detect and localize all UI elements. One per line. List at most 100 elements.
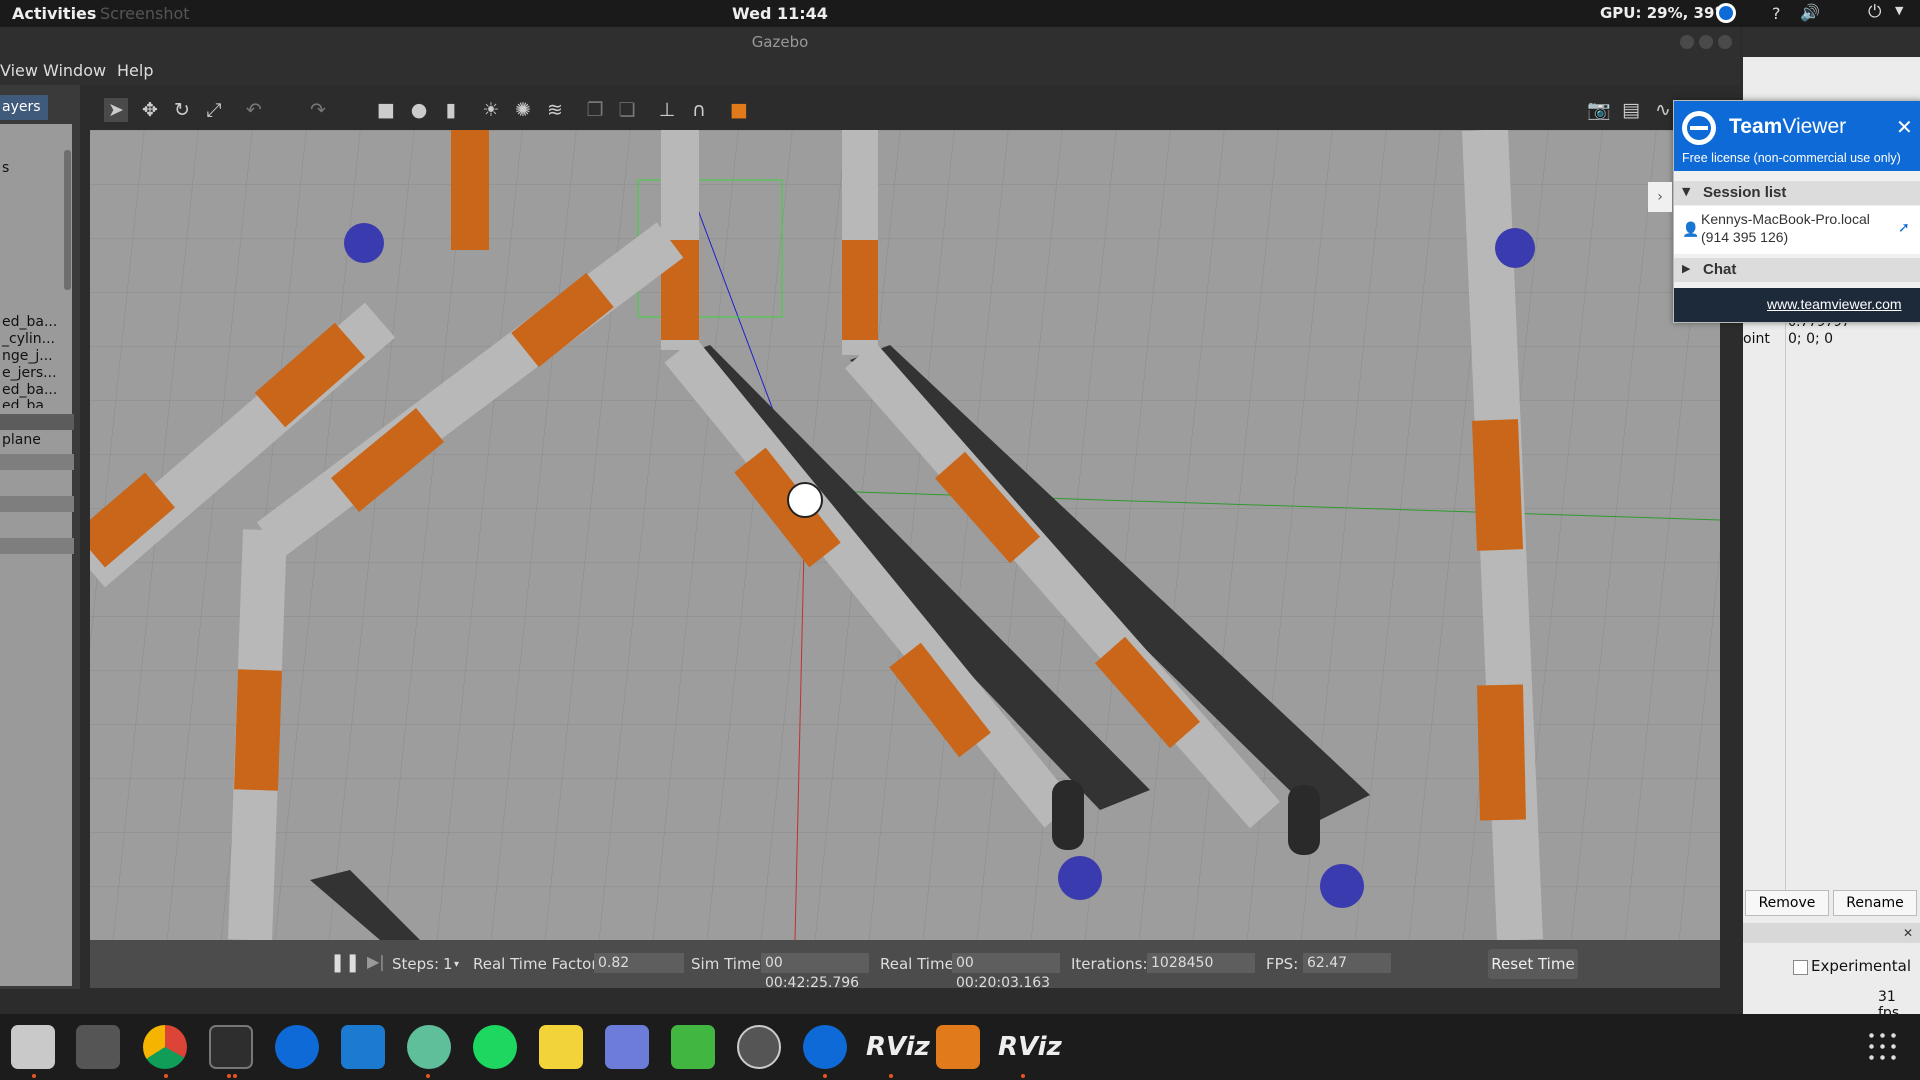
- scrollbar[interactable]: [64, 150, 71, 290]
- running-indicator: [32, 1074, 36, 1078]
- atom-icon[interactable]: [407, 1025, 451, 1069]
- rotate-icon[interactable]: ↻: [170, 98, 194, 122]
- list-item[interactable]: ed_ba...: [2, 398, 57, 408]
- rename-button[interactable]: Rename: [1833, 890, 1917, 916]
- volume-icon[interactable]: 🔊: [1800, 3, 1820, 22]
- close-button[interactable]: [1718, 35, 1732, 49]
- minimize-button[interactable]: [1680, 35, 1694, 49]
- menu-help[interactable]: Help: [117, 61, 153, 80]
- property-label: oint: [1743, 331, 1770, 347]
- real-time-field: 00 00:20:03.163: [952, 953, 1060, 991]
- cylinder-icon[interactable]: ▮: [439, 98, 463, 122]
- clock[interactable]: Wed 11:44: [0, 4, 1560, 23]
- list-item[interactable]: s: [2, 160, 9, 176]
- point-light-icon[interactable]: ☀: [479, 98, 503, 122]
- session-list-header[interactable]: ▼ Session list: [1674, 181, 1920, 205]
- spotify-icon[interactable]: [473, 1025, 517, 1069]
- teamviewer-footer: www.teamviewer.com: [1674, 288, 1920, 322]
- spot-light-icon[interactable]: ✺: [511, 98, 535, 122]
- menu-view[interactable]: View: [0, 61, 38, 80]
- session-item[interactable]: 👤 Kennys-MacBook-Pro.local (914 395 126)…: [1674, 206, 1920, 254]
- discord-icon[interactable]: [605, 1025, 649, 1069]
- list-item[interactable]: ed_ba...: [2, 314, 57, 330]
- list-item[interactable]: e_jers...: [2, 365, 57, 381]
- list-row[interactable]: [0, 414, 74, 430]
- help-icon[interactable]: ?: [1772, 4, 1781, 23]
- translate-icon[interactable]: ✥: [138, 98, 162, 122]
- reset-time-button[interactable]: Reset Time: [1488, 949, 1578, 979]
- box-icon[interactable]: ■: [374, 98, 398, 122]
- select-mode-icon[interactable]: ➤: [104, 98, 128, 122]
- connect-arrow-icon[interactable]: ➚: [1898, 220, 1910, 236]
- notes-icon[interactable]: [539, 1025, 583, 1069]
- snap-icon[interactable]: ∩: [687, 98, 711, 122]
- list-row[interactable]: [0, 454, 74, 470]
- layers-tab[interactable]: ayers: [0, 95, 48, 120]
- pause-icon[interactable]: ❚❚: [330, 952, 360, 973]
- rviz-icon[interactable]: RViz: [998, 1032, 1062, 1062]
- teamviewer-icon[interactable]: [275, 1025, 319, 1069]
- updater-icon[interactable]: [737, 1025, 781, 1069]
- qt-icon[interactable]: [671, 1025, 715, 1069]
- teamviewer-tray-icon[interactable]: [1716, 3, 1736, 23]
- settings-icon[interactable]: [76, 1025, 120, 1069]
- user-icon: 👤: [1682, 222, 1700, 238]
- model-list: s ed_ba... _cylin... nge_j... e_jers... …: [0, 124, 74, 986]
- power-icon[interactable]: ⏻: [1868, 2, 1881, 22]
- divider: [1785, 317, 1786, 911]
- maximize-button[interactable]: [1699, 35, 1713, 49]
- teamviewer-logo-icon: [1682, 111, 1716, 145]
- session-id: (914 395 126): [1701, 229, 1789, 245]
- close-icon[interactable]: ✕: [1903, 926, 1913, 940]
- log-icon[interactable]: ▤: [1619, 98, 1643, 122]
- rtf-label: Real Time Factor:: [473, 955, 603, 973]
- undo-icon[interactable]: ↶: [242, 98, 266, 122]
- list-row[interactable]: [0, 496, 74, 512]
- chevron-down-icon[interactable]: ▾: [454, 959, 459, 970]
- running-indicator: [164, 1074, 168, 1078]
- 3d-viewport[interactable]: [90, 130, 1720, 940]
- list-item[interactable]: ed_ba...: [2, 382, 57, 398]
- list-row[interactable]: [0, 538, 74, 554]
- paste-icon[interactable]: ❏: [615, 98, 639, 122]
- section-divider: [1743, 923, 1920, 943]
- running-indicator: [426, 1074, 430, 1078]
- list-item[interactable]: plane: [2, 432, 41, 448]
- iterations-label: Iterations:: [1071, 955, 1148, 973]
- terminal-icon[interactable]: [209, 1025, 253, 1069]
- experimental-checkbox[interactable]: [1793, 960, 1808, 975]
- running-indicator: [823, 1074, 827, 1078]
- copy-icon[interactable]: ❐: [583, 98, 607, 122]
- remove-button[interactable]: Remove: [1745, 890, 1829, 916]
- chrome-icon[interactable]: [143, 1025, 187, 1069]
- change-view-icon[interactable]: ■: [727, 98, 751, 122]
- rtf-field: 0.82: [594, 953, 684, 973]
- virtualbox-icon[interactable]: [341, 1025, 385, 1069]
- list-item[interactable]: _cylin...: [2, 331, 55, 347]
- step-icon[interactable]: ▶|: [367, 952, 385, 971]
- close-icon[interactable]: ✕: [1896, 115, 1913, 139]
- app-grid-icon[interactable]: [1866, 1030, 1900, 1064]
- sublime-icon[interactable]: [936, 1025, 980, 1069]
- redo-icon[interactable]: ↷: [306, 98, 330, 122]
- chat-header[interactable]: ▶ Chat: [1674, 258, 1920, 282]
- files-icon[interactable]: [11, 1025, 55, 1069]
- teamviewer-link[interactable]: www.teamviewer.com: [1767, 296, 1902, 312]
- chevron-down-icon[interactable]: ▼: [1895, 4, 1903, 17]
- list-item[interactable]: nge_j...: [2, 348, 53, 364]
- iterations-field: 1028450: [1147, 953, 1255, 973]
- sphere-icon[interactable]: ●: [407, 98, 431, 122]
- menu-window[interactable]: Window: [43, 61, 106, 80]
- plot-icon[interactable]: ∿: [1651, 98, 1675, 122]
- rviz-icon[interactable]: RViz: [866, 1032, 930, 1062]
- teamviewer-icon[interactable]: [803, 1025, 847, 1069]
- session-list-label: Session list: [1703, 184, 1787, 201]
- gpu-indicator[interactable]: GPU: 29%, 39°C: [1600, 4, 1733, 22]
- steps-spinner[interactable]: 1: [443, 955, 453, 973]
- screenshot-icon[interactable]: 📷: [1587, 98, 1611, 122]
- directional-light-icon[interactable]: ≋: [543, 98, 567, 122]
- scene-render: [90, 130, 1720, 940]
- align-icon[interactable]: ⊥: [655, 98, 679, 122]
- scale-icon[interactable]: ⤢: [202, 98, 226, 122]
- expand-panel-icon[interactable]: ›: [1648, 182, 1672, 212]
